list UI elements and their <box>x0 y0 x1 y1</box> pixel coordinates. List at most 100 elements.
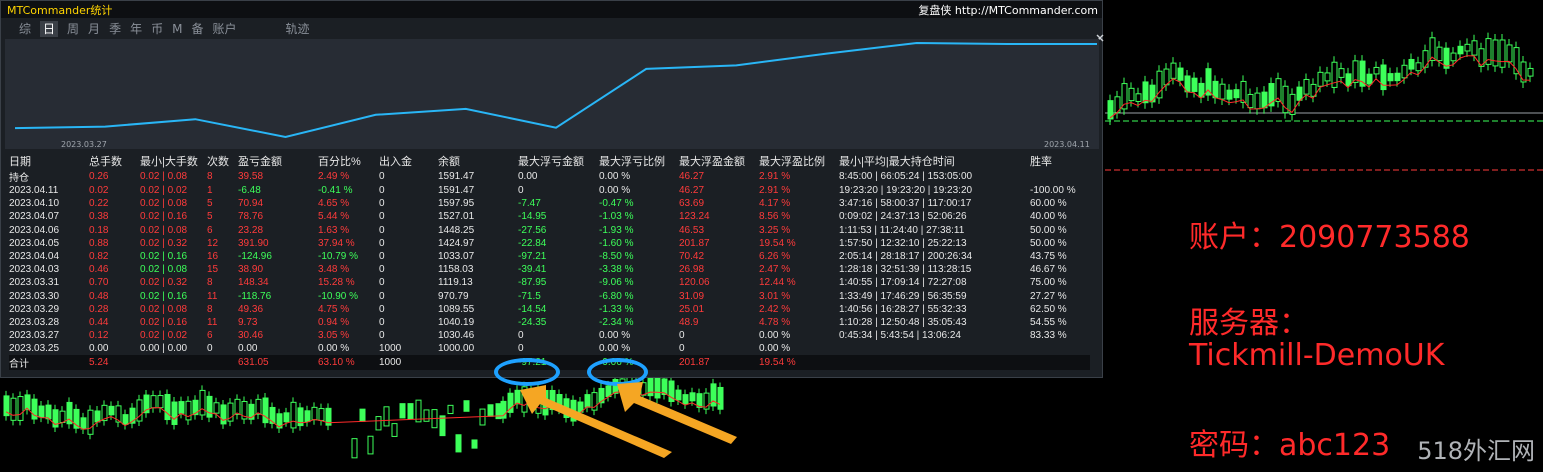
table-cell: 15.28 % <box>318 277 355 289</box>
table-cell: 1527.01 <box>438 211 475 223</box>
table-cell: 3.25 % <box>759 224 791 236</box>
table-cell: 39.58 <box>238 171 264 182</box>
candle-body <box>1317 71 1324 87</box>
table-row[interactable]: 2023.04.06 0.18 0.02 | 0.08 6 23.28 1.63 % 0 14… <box>9 224 1090 237</box>
table-row[interactable]: 2023.04.10 0.22 0.02 | 0.08 5 70.94 4.65 % 0 15… <box>9 197 1090 210</box>
tab-3[interactable]: 月 <box>88 21 100 37</box>
table-cell: 0 <box>679 343 685 355</box>
table-cell: 123.24 <box>679 211 710 223</box>
candle-body <box>318 408 325 421</box>
table-cell: 3:47:16 | 58:00:37 | 117:00:17 <box>839 198 972 210</box>
tab-5[interactable]: 年 <box>130 21 142 37</box>
column-header[interactable]: 盈亏金额 <box>238 153 318 169</box>
tab-6[interactable]: 币 <box>151 21 163 37</box>
table-row[interactable]: 2023.03.30 0.48 0.02 | 0.16 11 -118.76 -10.90… <box>9 290 1090 303</box>
table-cell: 8:45:00 | 66:05:24 | 153:05:00 <box>839 171 973 182</box>
candle-body <box>283 412 290 423</box>
table-cell: 970.79 <box>438 290 469 302</box>
table-cell: -1.03 % <box>599 211 634 223</box>
column-header[interactable]: 最大浮亏金额 <box>518 153 599 169</box>
tab-1[interactable]: 日 <box>40 21 59 37</box>
table-cell: 0.02 | 0.16 <box>140 316 188 328</box>
tab-10[interactable]: 轨迹 <box>286 21 310 37</box>
server-value-text: Tickmill-DemoUK <box>1189 338 1445 373</box>
table-cell: 0 <box>379 264 385 276</box>
table-row[interactable]: 2023.03.28 0.44 0.02 | 0.16 11 9.73 0.94 % 0 10… <box>9 316 1090 329</box>
table-cell: -39.41 <box>518 264 547 276</box>
table-row[interactable]: 2023.03.29 0.28 0.02 | 0.08 8 49.36 4.75 % 0 10… <box>9 303 1090 316</box>
table-cell: 0.02 | 0.08 <box>140 171 188 182</box>
candle-body <box>407 403 414 420</box>
table-row[interactable]: 2023.03.31 0.70 0.02 | 0.32 8 148.34 15.28 % 0… <box>9 276 1090 289</box>
period-tabs: 综日周月季年币 M 备账户 轨迹 <box>19 21 319 37</box>
candle-body <box>1135 93 1142 102</box>
candle-body <box>185 400 192 421</box>
column-header[interactable]: 余额 <box>438 153 518 169</box>
table-row[interactable]: 2023.04.07 0.38 0.02 | 0.16 5 78.76 5.44 % 0 15… <box>9 210 1090 223</box>
stats-table: 日期 总手数 最小|大手数 次数 盈亏金额 百分比% 出入金 余额 最大浮亏金额 最大浮亏比例 最大… <box>9 153 1090 371</box>
equity-line <box>14 41 1097 139</box>
table-cell: 63.10 % <box>318 355 379 371</box>
column-header[interactable]: 次数 <box>207 153 238 169</box>
column-header[interactable]: 最小|大手数 <box>140 153 207 169</box>
candle-body <box>178 401 185 414</box>
table-cell: 11 <box>207 316 218 328</box>
candle-body <box>1380 64 1387 91</box>
table-cell: 46.67 % <box>1030 264 1067 276</box>
table-cell: 3.48 % <box>318 264 350 276</box>
table-cell: 19.54 % <box>759 237 796 249</box>
candle-body <box>1352 60 1359 83</box>
table-cell: 50.00 % <box>1030 237 1067 249</box>
column-header[interactable]: 最大浮盈金额 <box>679 153 759 169</box>
candle-body <box>423 409 430 422</box>
server-label-text: 服务器： <box>1189 306 1309 341</box>
table-row[interactable]: 2023.03.27 0.12 0.02 | 0.02 6 30.46 3.05 % 0 10… <box>9 329 1090 342</box>
tab-8[interactable]: 备 <box>191 21 203 37</box>
table-cell: 12 <box>207 237 219 249</box>
table-cell: 0.94 % <box>318 316 350 328</box>
column-header[interactable]: 最大浮亏比例 <box>599 153 679 169</box>
column-header[interactable]: 胜率 <box>1030 153 1090 169</box>
tab-0[interactable]: 综 <box>19 21 31 37</box>
tab-9[interactable]: 账户 <box>212 21 236 37</box>
tab-7[interactable]: M <box>172 21 182 37</box>
table-cell: -1.93 % <box>599 224 634 236</box>
table-cell: 持仓 <box>9 173 29 184</box>
brand-link[interactable]: 复盘侠 http://MTCommander.com <box>918 2 1098 18</box>
candle-body <box>1191 77 1198 92</box>
candle-body <box>689 392 696 402</box>
candle-body <box>415 399 422 423</box>
table-row[interactable]: 2023.04.03 0.46 0.02 | 0.08 15 38.90 3.48 % 0 1… <box>9 263 1090 276</box>
table-row[interactable]: 2023.04.11 0.02 0.02 | 0.02 1 -6.48 -0.41 % 0 1… <box>9 184 1090 197</box>
table-cell: 2.47 % <box>759 264 791 276</box>
table-cell: 0.00 % <box>599 171 631 182</box>
table-cell: -124.96 <box>238 251 272 263</box>
table-cell: 2023.04.10 <box>9 198 60 210</box>
equity-curve-chart <box>5 39 1099 149</box>
candle-body <box>1212 80 1219 99</box>
candle-body <box>1338 68 1345 78</box>
table-cell: 2.91 % <box>759 185 791 197</box>
table-row[interactable]: 2023.03.25 0.00 0.00 | 0.00 0 0.00 0.00 % 1000… <box>9 342 1090 355</box>
table-cell: 70.94 <box>238 198 264 210</box>
tab-2[interactable]: 周 <box>67 21 79 37</box>
table-row[interactable]: 持仓 0.26 0.02 | 0.08 8 39.58 2.49 % 0 1591.47 0.0… <box>9 169 1090 184</box>
table-cell: 1089.55 <box>438 303 475 315</box>
candle-body <box>1436 46 1443 62</box>
table-cell: 1:28:18 | 32:51:39 | 113:28:15 <box>839 264 972 276</box>
column-header[interactable]: 日期 <box>9 153 89 169</box>
column-header[interactable]: 总手数 <box>89 153 140 169</box>
candle-body <box>171 401 178 425</box>
table-cell: 3.05 % <box>318 330 350 342</box>
table-row[interactable]: 2023.04.05 0.88 0.02 | 0.32 12 391.90 37.94 %… <box>9 237 1090 250</box>
column-header[interactable]: 出入金 <box>379 153 438 169</box>
table-cell: 25.01 <box>679 303 705 315</box>
table-row[interactable]: 2023.04.04 0.82 0.02 | 0.16 16 -124.96 -10.79… <box>9 250 1090 263</box>
table-cell: -7.47 <box>518 198 541 210</box>
column-header[interactable]: 最大浮盈比例 <box>759 153 839 169</box>
column-header[interactable]: 百分比% <box>318 153 379 169</box>
column-header[interactable]: 最小|平均|最大持仓时间 <box>839 153 1030 169</box>
table-cell: 0.02 <box>89 185 109 197</box>
tab-4[interactable]: 季 <box>109 21 121 37</box>
table-cell: 0 <box>379 198 385 210</box>
